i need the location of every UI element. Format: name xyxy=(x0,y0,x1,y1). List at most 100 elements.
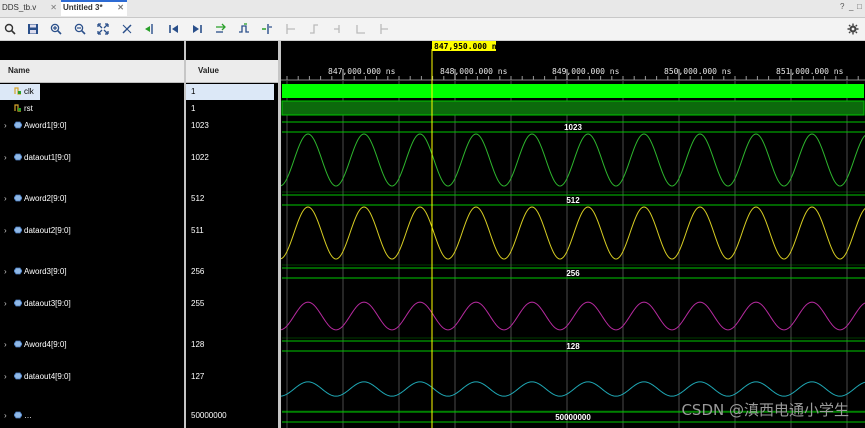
go-to-last-icon[interactable] xyxy=(189,21,205,37)
signal-name: dataout2[9:0] xyxy=(24,226,71,235)
bus-signal-icon xyxy=(13,370,23,380)
signal-value: 511 xyxy=(191,226,204,235)
signal-row[interactable]: › dataout3[9:0] xyxy=(0,296,184,312)
signal-value: 1 xyxy=(186,84,274,100)
signal-row[interactable]: › Aword1[9:0] xyxy=(0,118,184,134)
bit-signal-icon xyxy=(14,102,22,112)
signal-value-panel: Value 1 1 1023 1022 512 511 256 255 128 127 500000… xyxy=(186,41,278,428)
previous-marker-icon[interactable] xyxy=(259,21,275,37)
previous-transition-icon[interactable] xyxy=(306,21,322,37)
go-to-time-zero-icon[interactable] xyxy=(142,21,158,37)
save-icon[interactable] xyxy=(25,21,41,37)
timeline-tick-label: 848,000.000 ns xyxy=(440,67,508,76)
signal-row[interactable]: rst xyxy=(0,101,184,117)
timeline-tick-label: 851,000.000 ns xyxy=(776,67,844,76)
value-column-header[interactable]: Value xyxy=(186,60,278,83)
chevron-right-icon[interactable]: › xyxy=(0,223,14,239)
waveform-view[interactable]: 847,000.000 ns 848,000.000 ns 849,000.000 … xyxy=(281,41,865,428)
bus-value-label: 256 xyxy=(566,269,580,278)
chevron-right-icon[interactable]: › xyxy=(0,296,14,312)
swap-cursors-icon[interactable] xyxy=(213,21,229,37)
dataout1-wave xyxy=(281,133,865,187)
chevron-right-icon[interactable]: › xyxy=(0,408,14,424)
settings-icon[interactable] xyxy=(845,21,861,37)
signal-value: 128 xyxy=(191,340,205,349)
bus-signal-icon xyxy=(13,338,23,348)
minimize-icon[interactable]: _ xyxy=(849,2,853,11)
timeline-tick-label: 847,000.000 ns xyxy=(328,67,396,76)
signal-name: rst xyxy=(24,104,33,113)
close-icon[interactable]: ✕ xyxy=(117,2,124,14)
cursor-to-zero-icon[interactable] xyxy=(119,21,135,37)
signal-row[interactable]: ›… xyxy=(0,408,184,424)
chevron-right-icon[interactable]: › xyxy=(0,337,14,353)
dataout3-wave xyxy=(281,301,865,331)
chevron-right-icon[interactable]: › xyxy=(0,150,14,166)
chevron-right-icon[interactable]: › xyxy=(0,118,14,134)
close-icon[interactable]: ✕ xyxy=(50,0,57,15)
dataout4-wave xyxy=(281,381,865,397)
tab-untitled-3[interactable]: Untitled 3* ✕ xyxy=(61,0,127,16)
bus-signal-icon xyxy=(13,151,23,161)
cursor-time-label: 847,950.000 ns xyxy=(434,42,502,51)
signal-value: 1 xyxy=(191,104,196,113)
snap-to-transition-icon[interactable] xyxy=(353,21,369,37)
dataout2-wave xyxy=(281,206,865,260)
tab-label: Untitled 3* xyxy=(63,3,103,12)
rst-wave xyxy=(281,100,865,116)
bus-signal-icon xyxy=(13,409,23,419)
tab-label: DDS_tb.v xyxy=(2,3,37,12)
next-transition-icon[interactable] xyxy=(330,21,346,37)
bus-signal-icon xyxy=(13,265,23,275)
signal-name: dataout1[9:0] xyxy=(24,153,71,162)
search-icon[interactable] xyxy=(2,21,18,37)
signal-name-panel: Name clk rst › Aword1[9:0] › dataout1[9:0] › Aw… xyxy=(0,41,184,428)
signal-name: Aword2[9:0] xyxy=(24,194,67,203)
signal-value: 256 xyxy=(191,267,205,276)
timeline-tick-label: 849,000.000 ns xyxy=(552,67,620,76)
signal-value: 1023 xyxy=(191,121,209,130)
name-column-header[interactable]: Name xyxy=(0,60,184,83)
bus-value-label: 512 xyxy=(566,196,580,205)
chevron-right-icon[interactable]: › xyxy=(0,191,14,207)
signal-name: … xyxy=(24,411,32,420)
waveform-canvas[interactable]: 847,000.000 ns 848,000.000 ns 849,000.000 … xyxy=(281,41,865,428)
zoom-fit-icon[interactable] xyxy=(95,21,111,37)
signal-row[interactable]: › dataout2[9:0] xyxy=(0,223,184,239)
go-to-first-icon[interactable] xyxy=(166,21,182,37)
signal-name: Aword4[9:0] xyxy=(24,340,67,349)
timeline-tick-label: 850,000.000 ns xyxy=(664,67,732,76)
signal-row[interactable]: clk xyxy=(0,84,40,100)
bus-value-label: 1023 xyxy=(564,123,582,132)
bus-signal-icon xyxy=(13,224,23,234)
signal-name: Aword1[9:0] xyxy=(24,121,67,130)
add-group-icon[interactable] xyxy=(376,21,392,37)
signal-value: 255 xyxy=(191,299,205,308)
signal-row[interactable]: › Aword2[9:0] xyxy=(0,191,184,207)
signal-value: 512 xyxy=(191,194,205,203)
signal-row[interactable]: › Aword3[9:0] xyxy=(0,264,184,280)
bus-value-label: 50000000 xyxy=(555,413,591,422)
help-icon[interactable]: ? xyxy=(840,2,844,11)
signal-value: 127 xyxy=(191,372,205,381)
add-marker-icon[interactable] xyxy=(236,21,252,37)
maximize-icon[interactable]: □ xyxy=(857,2,862,11)
chevron-right-icon[interactable]: › xyxy=(0,264,14,280)
next-marker-icon[interactable] xyxy=(283,21,299,37)
signal-value: 1022 xyxy=(191,153,209,162)
zoom-in-icon[interactable] xyxy=(48,21,64,37)
bus-value-label: 128 xyxy=(566,342,580,351)
zoom-out-icon[interactable] xyxy=(72,21,88,37)
signal-row[interactable]: › Aword4[9:0] xyxy=(0,337,184,353)
signal-name: dataout3[9:0] xyxy=(24,299,71,308)
bus-signal-icon xyxy=(13,119,23,129)
chevron-right-icon[interactable]: › xyxy=(0,369,14,385)
signal-name: clk xyxy=(24,87,34,96)
waveform-toolbar xyxy=(0,18,865,41)
signal-row[interactable]: › dataout4[9:0] xyxy=(0,369,184,385)
tab-bar: DDS_tb.v ✕ Untitled 3* ✕ ? _ □ xyxy=(0,0,865,18)
bus-signal-icon xyxy=(13,297,23,307)
signal-name: Aword3[9:0] xyxy=(24,267,67,276)
tab-dds-tb[interactable]: DDS_tb.v ✕ xyxy=(0,0,60,16)
signal-row[interactable]: › dataout1[9:0] xyxy=(0,150,184,166)
